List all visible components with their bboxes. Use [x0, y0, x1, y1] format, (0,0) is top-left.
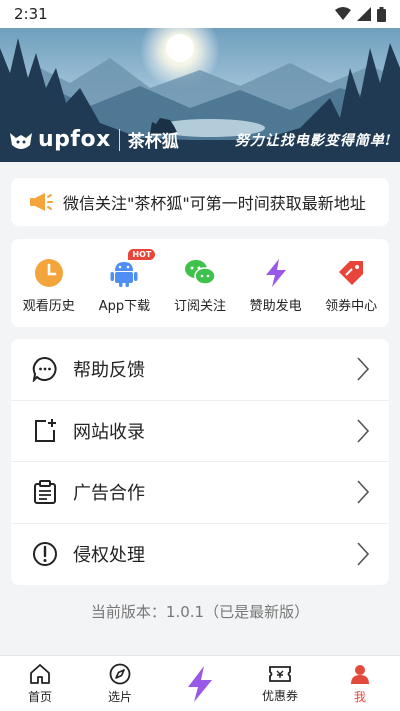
tab-sponsor[interactable]	[160, 656, 240, 711]
brand-divider	[118, 128, 120, 151]
quick-action-history[interactable]: 观看历史	[13, 257, 85, 314]
notice-text: 微信关注"茶杯狐"可第一时间获取最新地址	[63, 194, 366, 213]
brand-logo: upfox 茶杯狐	[8, 127, 179, 152]
battery-icon	[377, 6, 386, 22]
tab-me[interactable]: 我	[320, 656, 400, 711]
quick-actions: 观看历史 HOT App下载 订阅关注 赞助发电 领券中心	[11, 239, 389, 327]
banner-slogan: 努力让找电影变得简单!	[234, 133, 392, 149]
hot-badge: HOT	[128, 249, 156, 260]
fox-cup-logo-icon	[10, 132, 32, 149]
quick-action-label: 观看历史	[22, 299, 75, 314]
quick-action-label: 赞助发电	[249, 299, 302, 314]
menu-item-infringement[interactable]: 侵权处理	[11, 524, 389, 586]
quick-action-label: 领券中心	[325, 299, 378, 314]
tab-label: 首页	[27, 689, 52, 704]
brand-logo-text: upfox	[38, 127, 111, 152]
menu-item-label: 侵权处理	[73, 545, 145, 567]
android-icon	[108, 257, 140, 289]
chevron-right-icon	[357, 357, 369, 381]
tab-label: 选片	[107, 689, 132, 704]
signal-icon	[357, 7, 371, 21]
quick-action-subscribe[interactable]: 订阅关注	[164, 257, 236, 314]
tab-home[interactable]: 首页	[0, 656, 80, 711]
lightning-icon	[260, 257, 292, 289]
tab-coupons[interactable]: 优惠券	[240, 656, 320, 711]
status-time: 2:31	[14, 5, 48, 23]
chevron-right-icon	[357, 419, 369, 443]
chevron-right-icon	[357, 480, 369, 504]
bottom-tab-bar: 首页 选片 优惠券 我	[0, 655, 400, 711]
brand-name-cn: 茶杯狐	[127, 132, 179, 152]
add-page-icon	[31, 417, 59, 445]
quick-action-coupons[interactable]: 领券中心	[315, 257, 387, 314]
home-icon	[30, 663, 50, 684]
menu-item-label: 广告合作	[73, 483, 145, 505]
version-text: 当前版本：1.0.1（已是最新版）	[90, 603, 310, 621]
quick-action-sponsor[interactable]: 赞助发电	[240, 257, 312, 314]
lightning-icon	[188, 665, 212, 702]
menu-item-ad-cooperation[interactable]: 广告合作	[11, 462, 389, 524]
menu-item-label: 网站收录	[73, 421, 145, 443]
quick-action-label: 订阅关注	[173, 299, 226, 314]
coupon-icon	[335, 257, 367, 289]
status-bar: 2:31	[0, 0, 400, 28]
hero-banner: upfox 茶杯狐 努力让找电影变得简单!	[0, 28, 400, 162]
status-icons	[335, 6, 386, 22]
chat-bubble-icon	[31, 355, 59, 383]
wifi-icon	[335, 7, 351, 20]
wechat-icon	[184, 257, 216, 289]
ticket-icon	[269, 665, 291, 682]
compass-icon	[109, 663, 131, 684]
tab-label: 我	[353, 689, 366, 704]
menu-item-site-submit[interactable]: 网站收录	[11, 401, 389, 462]
clipboard-icon	[31, 478, 59, 506]
menu-item-help-feedback[interactable]: 帮助反馈	[11, 339, 389, 401]
quick-action-app-download[interactable]: HOT App下载	[88, 249, 160, 314]
notice-card[interactable]: 微信关注"茶杯狐"可第一时间获取最新地址	[11, 178, 389, 226]
user-icon	[351, 664, 369, 684]
tab-browse[interactable]: 选片	[80, 656, 160, 711]
menu-item-label: 帮助反馈	[73, 360, 145, 382]
tab-label: 优惠券	[261, 688, 298, 703]
alert-circle-icon	[31, 540, 59, 568]
chevron-right-icon	[357, 542, 369, 566]
quick-action-label: App下载	[98, 299, 151, 314]
megaphone-icon	[30, 193, 53, 211]
menu-list: 帮助反馈 网站收录 广告合作 侵权处理	[11, 339, 389, 585]
clock-icon	[33, 257, 65, 289]
